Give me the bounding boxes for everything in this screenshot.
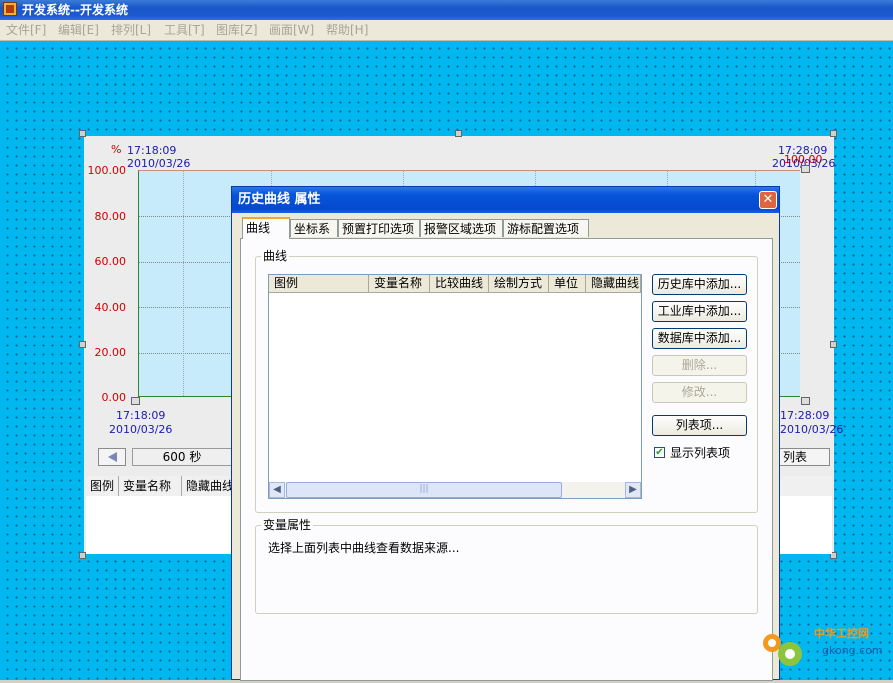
curve-group-title: 曲线 xyxy=(261,249,290,263)
resize-handle-w[interactable] xyxy=(79,341,86,348)
bottom-right-date: 2010/03/26 xyxy=(780,423,844,436)
bottom-right-time: 17:28:09 xyxy=(780,409,830,422)
y-tick-label: 0.00 xyxy=(101,391,127,404)
menu-help[interactable]: 帮助[H] xyxy=(326,22,368,38)
bottom-left-date: 2010/03/26 xyxy=(109,423,173,436)
delete-button[interactable]: 删除... xyxy=(652,355,747,376)
cursor-left-marker[interactable] xyxy=(131,397,140,405)
add-from-industrial-db-button[interactable]: 工业库中添加... xyxy=(652,301,747,322)
svg-text:gkong.com: gkong.com xyxy=(822,644,883,657)
cursor-right-marker[interactable] xyxy=(801,397,810,405)
menu-arrange[interactable]: 排列[L] xyxy=(111,22,151,38)
col-unit[interactable]: 单位 xyxy=(549,275,586,292)
gear-icon xyxy=(763,634,802,666)
scroll-right-icon[interactable]: ▶ xyxy=(625,482,641,498)
menu-screen[interactable]: 画面[W] xyxy=(269,22,314,38)
col-hide[interactable]: 隐藏曲线 xyxy=(586,275,641,292)
list-button[interactable]: 列表 xyxy=(778,448,830,466)
history-curve-properties-dialog: 历史曲线 属性 ✕ 曲线 坐标系 预置打印选项 报警区域选项 游标配置选项 曲线… xyxy=(231,186,780,681)
y-unit-label: % xyxy=(111,143,122,156)
tab-print[interactable]: 预置打印选项 xyxy=(338,219,420,237)
tab-cursor[interactable]: 游标配置选项 xyxy=(503,219,589,237)
resize-handle-ne[interactable] xyxy=(830,130,837,137)
list-items-button[interactable]: 列表项... xyxy=(652,415,747,436)
top-left-time: 17:18:09 xyxy=(127,144,177,157)
modify-button[interactable]: 修改... xyxy=(652,382,747,403)
app-icon xyxy=(3,2,17,16)
top-left-date: 2010/03/26 xyxy=(127,157,191,170)
menu-bar: 文件[F] 编辑[E] 排列[L] 工具[T] 图库[Z] 画面[W] 帮助[H… xyxy=(0,20,893,41)
col-varname[interactable]: 变量名称 xyxy=(369,275,430,292)
horizontal-scrollbar[interactable]: ◀ ||| ▶ xyxy=(269,482,641,498)
y-tick-label: 100.00 xyxy=(87,164,127,177)
scroll-thumb[interactable]: ||| xyxy=(286,482,562,498)
dialog-titlebar[interactable]: 历史曲线 属性 ✕ xyxy=(232,187,779,213)
tab-alarm[interactable]: 报警区域选项 xyxy=(420,219,503,237)
resize-handle-sw[interactable] xyxy=(79,552,86,559)
window-title: 开发系统--开发系统 xyxy=(22,3,128,17)
bottom-left-time: 17:18:09 xyxy=(116,409,166,422)
window-titlebar[interactable]: 开发系统--开发系统 xyxy=(0,0,893,20)
resize-handle-e[interactable] xyxy=(830,341,837,348)
close-icon[interactable]: ✕ xyxy=(759,191,777,209)
legend-col-varname[interactable]: 变量名称 xyxy=(119,476,182,496)
col-legend[interactable]: 图例 xyxy=(269,275,369,292)
menu-edit[interactable]: 编辑[E] xyxy=(58,22,99,38)
grid-line xyxy=(183,171,184,396)
y-tick-label: 40.00 xyxy=(94,301,127,314)
tab-curve[interactable]: 曲线 xyxy=(242,217,290,239)
col-compare[interactable]: 比较曲线 xyxy=(430,275,489,292)
time-span-field[interactable]: 600 秒 xyxy=(132,448,232,466)
cursor-right-top-marker[interactable] xyxy=(801,165,810,173)
resize-handle-n[interactable] xyxy=(455,130,462,137)
show-list-checkbox[interactable]: ✔ xyxy=(654,447,665,458)
scroll-left-button[interactable] xyxy=(98,448,126,466)
curve-list-header: 图例 变量名称 比较曲线 绘制方式 单位 隐藏曲线 xyxy=(269,275,641,293)
tab-axis[interactable]: 坐标系 xyxy=(290,219,338,237)
add-from-history-button[interactable]: 历史库中添加... xyxy=(652,274,747,295)
menu-file[interactable]: 文件[F] xyxy=(6,22,46,38)
var-props-title: 变量属性 xyxy=(261,518,314,532)
var-props-text: 选择上面列表中曲线查看数据来源... xyxy=(268,541,460,555)
legend-col-legend[interactable]: 图例 xyxy=(86,476,119,496)
y-tick-label: 60.00 xyxy=(94,255,127,268)
watermark-logo: 中华工控网 gkong.com xyxy=(756,618,893,680)
menu-tools[interactable]: 工具[T] xyxy=(164,22,205,38)
dialog-title: 历史曲线 属性 xyxy=(238,192,321,207)
svg-text:中华工控网: 中华工控网 xyxy=(814,626,869,640)
y-tick-label: 20.00 xyxy=(94,346,127,359)
show-list-label[interactable]: 显示列表项 xyxy=(670,444,730,461)
col-draw-mode[interactable]: 绘制方式 xyxy=(489,275,549,292)
add-from-database-button[interactable]: 数据库中添加... xyxy=(652,328,747,349)
scroll-left-icon[interactable]: ◀ xyxy=(269,482,285,498)
y-tick-label: 80.00 xyxy=(94,210,127,223)
menu-gallery[interactable]: 图库[Z] xyxy=(216,22,258,38)
resize-handle-nw[interactable] xyxy=(79,130,86,137)
curve-list[interactable]: 图例 变量名称 比较曲线 绘制方式 单位 隐藏曲线 ◀ ||| ▶ xyxy=(268,274,642,499)
